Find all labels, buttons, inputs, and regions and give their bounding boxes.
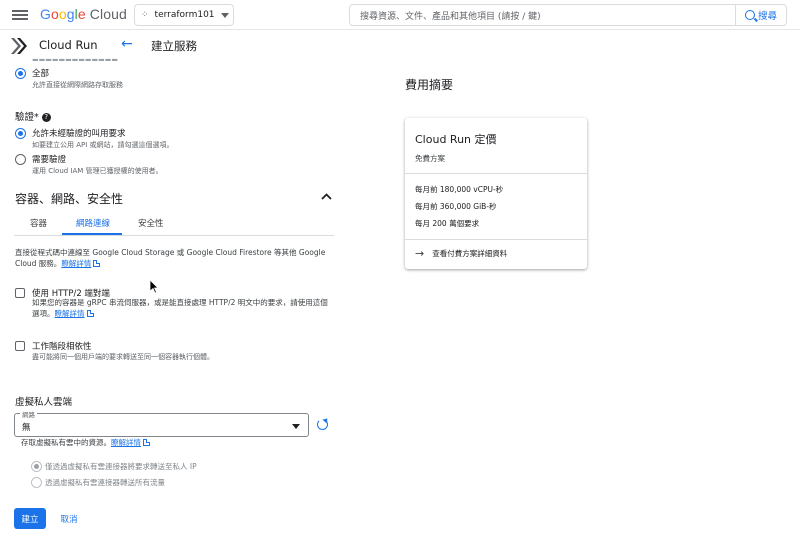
- search-button[interactable]: 搜尋: [736, 5, 786, 25]
- auth-allow-unauth-label: 允許未經驗證的叫用要求: [32, 129, 126, 139]
- auth-require-radio[interactable]: [15, 154, 26, 165]
- http2-checkbox[interactable]: [15, 288, 25, 298]
- auth-allow-unauth-radio[interactable]: [15, 128, 26, 139]
- scrolled-option-fragment: ▬▬▬▬▬▬▬▬▬▬▬▬▬: [32, 56, 118, 61]
- search-input[interactable]: 搜尋資源、文件、產品和其他項目 (請按 / 鍵): [350, 5, 736, 25]
- learn-more-link[interactable]: 瞭解詳情: [61, 259, 91, 268]
- route-private-label: 僅透過虛擬私有雲連接器將要求轉送至私人 IP: [45, 462, 197, 471]
- back-arrow-icon[interactable]: ←: [121, 37, 133, 51]
- route-all-label: 透過虛擬私有雲連接器轉送所有流量: [45, 478, 165, 487]
- card-divider: [405, 239, 587, 240]
- session-affinity-checkbox[interactable]: [15, 341, 25, 351]
- page-title: 建立服務: [151, 39, 197, 53]
- pricing-line: 每月前 180,000 vCPU-秒: [415, 185, 504, 194]
- network-select-label: 網路: [20, 409, 37, 419]
- chevron-down-icon: [220, 12, 229, 18]
- pricing-line: 每月前 360,000 GiB-秒: [415, 202, 497, 211]
- auth-require-help: 運用 Cloud IAM 管理已獲授權的使用者。: [32, 167, 163, 175]
- search-bar: 搜尋資源、文件、產品和其他項目 (請按 / 鍵) 搜尋: [349, 4, 787, 26]
- ingress-all-label: 全部: [32, 69, 50, 79]
- tab-networking[interactable]: 網路連線: [76, 217, 110, 229]
- project-name: terraform101: [154, 10, 215, 20]
- auth-require-label: 需要驗證: [32, 155, 67, 165]
- ingress-all-radio[interactable]: [15, 68, 26, 79]
- tab-container[interactable]: 容器: [30, 217, 47, 229]
- external-link-icon: [93, 260, 101, 267]
- paid-tier-link[interactable]: → 查看付費方案詳細資料: [415, 248, 507, 259]
- refresh-icon[interactable]: [317, 419, 328, 430]
- mouse-cursor-icon: [149, 279, 159, 294]
- project-icon: ⁘: [141, 10, 149, 20]
- dropdown-arrow-icon: [292, 424, 300, 429]
- network-select[interactable]: 網路 無: [14, 409, 309, 437]
- pricing-card-subtitle: 免費方案: [415, 154, 445, 163]
- help-icon[interactable]: ?: [41, 113, 51, 122]
- paid-tier-link-label: 查看付費方案詳細資料: [432, 249, 508, 258]
- auth-heading: 驗證*?: [15, 109, 51, 123]
- network-select-value: 無: [22, 423, 31, 433]
- hamburger-menu-icon[interactable]: [12, 8, 28, 22]
- section-heading: 容器、網路、安全性: [15, 192, 124, 206]
- ingress-all-help: 允許直接從網際網路存取服務: [32, 81, 123, 89]
- external-link-icon: [86, 310, 94, 317]
- session-affinity-help: 盡可能將同一個用戶端的要求轉送至同一個容器執行個體。: [32, 353, 214, 361]
- tab-security[interactable]: 安全性: [138, 217, 164, 229]
- google-cloud-logo[interactable]: Google Cloud: [40, 6, 127, 22]
- http2-help: 如果您的容器是 gRPC 串流伺服器，或是能直接處理 HTTP/2 明文中的要求…: [32, 298, 328, 318]
- route-all-radio[interactable]: [31, 477, 42, 488]
- cost-summary-heading: 費用摘要: [405, 78, 454, 92]
- vpc-help: 存取虛擬私有雲中的資源。瞭解詳情: [21, 437, 150, 448]
- external-link-icon: [143, 439, 150, 446]
- product-title[interactable]: Cloud Run: [39, 38, 98, 52]
- pricing-line: 每月 200 萬個要求: [415, 219, 480, 228]
- card-divider: [405, 173, 587, 174]
- route-private-radio[interactable]: [31, 461, 42, 472]
- vpc-learn-more-link[interactable]: 瞭解詳情: [111, 438, 141, 447]
- chevron-up-icon[interactable]: [321, 193, 332, 200]
- cloud-run-logo-icon: [11, 38, 27, 54]
- arrow-right-icon: →: [415, 246, 425, 260]
- http2-learn-more-link[interactable]: 瞭解詳情: [55, 309, 85, 318]
- pricing-card: Cloud Run 定價 免費方案 每月前 180,000 vCPU-秒 每月前…: [405, 118, 587, 269]
- session-affinity-label: 工作階段相依性: [32, 342, 92, 352]
- create-button[interactable]: 建立: [14, 508, 46, 529]
- networking-intro: 直接從程式碼中連線至 Google Cloud Storage 或 Google…: [15, 248, 326, 268]
- tabs-divider: [14, 235, 334, 236]
- auth-allow-unauth-help: 如要建立公用 API 或網站，請勾選這個選項。: [32, 141, 174, 149]
- vpc-heading: 虛擬私人雲端: [15, 397, 73, 408]
- search-button-label: 搜尋: [757, 11, 777, 22]
- cancel-button[interactable]: 取消: [52, 508, 86, 529]
- search-icon: [744, 10, 755, 20]
- pricing-card-title: Cloud Run 定價: [415, 133, 497, 146]
- project-selector[interactable]: ⁘ terraform101: [134, 4, 234, 26]
